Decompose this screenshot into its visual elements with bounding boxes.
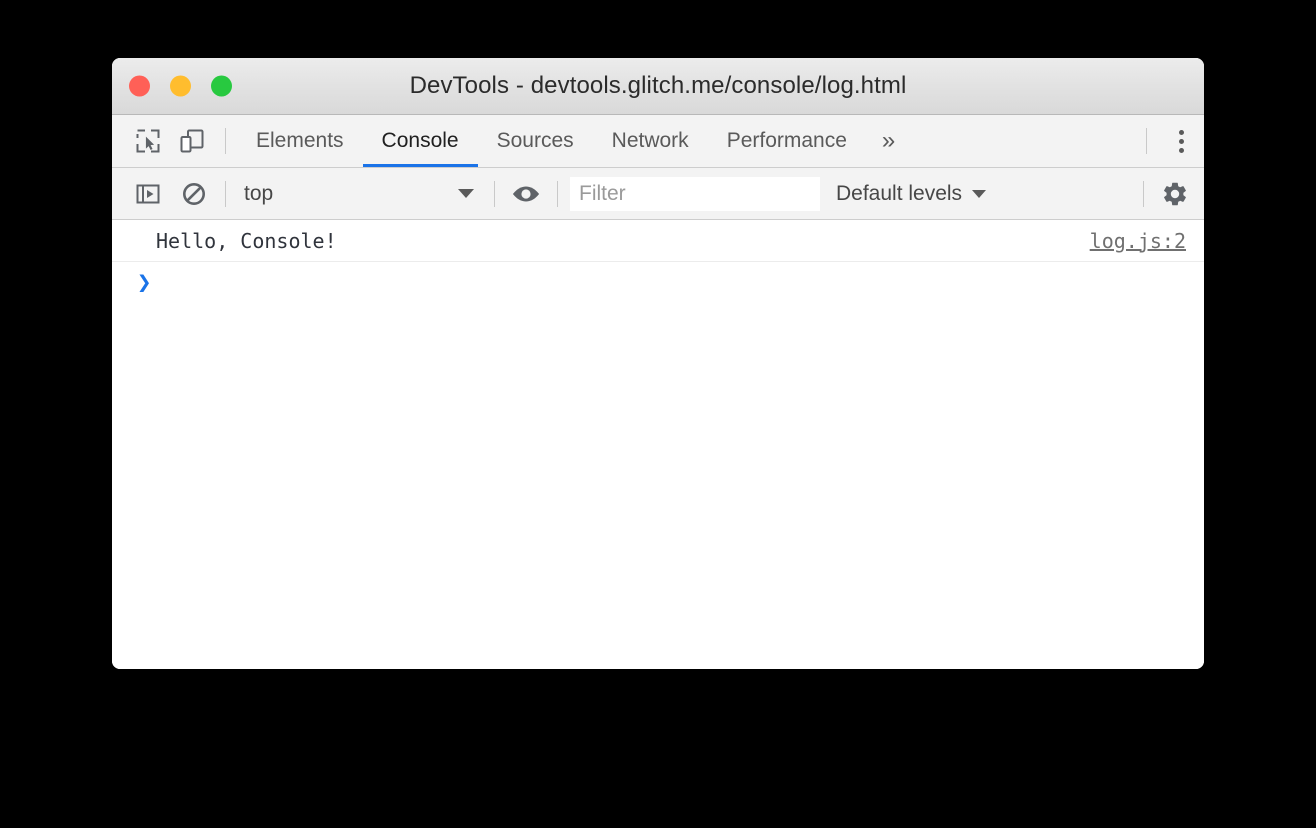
console-toolbar-divider-2 [494,180,495,207]
javascript-context-value: top [244,181,274,205]
live-expression-eye-icon [511,181,541,207]
tab-bar-spacer [911,115,1135,167]
gear-icon [1161,180,1189,208]
toggle-device-toolbar-button[interactable] [170,115,214,167]
console-sidebar-icon [135,181,161,207]
devtools-main-menu-button[interactable] [1158,115,1204,167]
log-levels-selector[interactable]: Default levels [836,181,987,206]
tab-performance-label: Performance [726,129,847,152]
chevron-down-icon [972,189,987,198]
console-settings-button[interactable] [1152,174,1198,214]
minimize-window-button[interactable] [170,75,191,97]
create-live-expression-button[interactable] [503,174,549,214]
tab-console-label: Console [381,129,459,152]
tab-network-label: Network [611,129,689,152]
tab-network[interactable]: Network [593,115,708,167]
console-toolbar-divider-1 [225,180,226,207]
chevron-double-right-icon: » [881,127,896,154]
tab-sources[interactable]: Sources [478,115,593,167]
chevron-down-icon [458,189,474,198]
console-message-list: Hello, Console! log.js:2 ❯ [112,220,1204,669]
devtools-window: DevTools - devtools.glitch.me/console/lo… [112,58,1204,669]
filter-input[interactable] [570,176,820,211]
console-message-text: Hello, Console! [156,228,337,253]
console-toolbar-divider-4 [1143,180,1144,207]
more-tabs-button[interactable]: » [866,115,911,167]
console-message-row[interactable]: Hello, Console! log.js:2 [112,220,1204,262]
console-prompt-row[interactable]: ❯ [112,262,1204,302]
tab-elements-label: Elements [256,129,344,152]
console-toolbar: top Default levels [112,168,1204,220]
prompt-chevron-icon: ❯ [137,268,152,296]
javascript-context-selector[interactable]: top [234,174,486,214]
window-title: DevTools - devtools.glitch.me/console/lo… [409,72,907,99]
close-window-button[interactable] [129,75,150,97]
log-levels-label: Default levels [836,181,963,205]
console-message-source-link[interactable]: log.js:2 [1090,229,1186,253]
devtools-tab-bar: Elements Console Sources Network Perform… [112,115,1204,168]
tab-performance[interactable]: Performance [708,115,866,167]
show-console-sidebar-button[interactable] [125,174,171,214]
title-bar: DevTools - devtools.glitch.me/console/lo… [112,58,1204,115]
console-prompt-input[interactable] [161,269,1204,295]
console-toolbar-divider-3 [557,180,558,207]
vertical-dots-icon [1178,129,1184,153]
device-toolbar-icon [179,128,205,154]
tab-sources-label: Sources [496,129,574,152]
tab-console[interactable]: Console [362,115,478,167]
traffic-lights [129,75,232,97]
clear-console-button[interactable] [171,174,217,214]
toolbar-divider [225,128,226,154]
tab-bar-divider-right [1146,128,1147,154]
inspect-element-button[interactable] [126,115,170,167]
inspect-element-icon [135,128,161,154]
clear-console-icon [181,181,207,207]
zoom-window-button[interactable] [211,75,232,97]
tab-elements[interactable]: Elements [237,115,363,167]
